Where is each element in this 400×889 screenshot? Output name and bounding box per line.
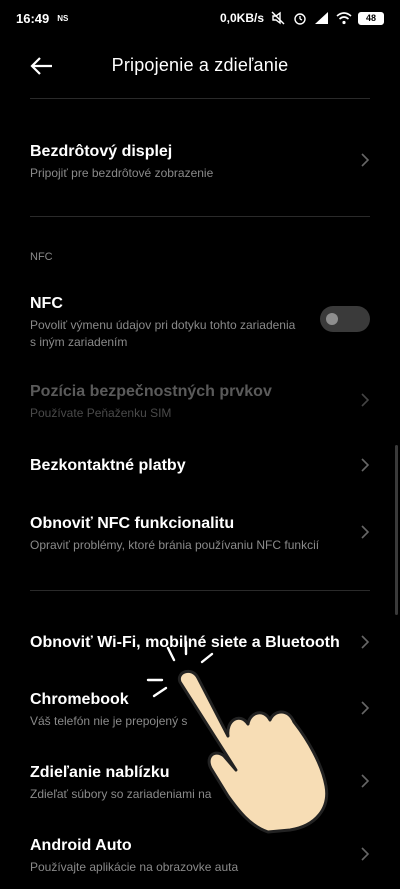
divider	[30, 98, 370, 99]
chevron-right-icon	[361, 393, 370, 407]
item-title: Pozícia bezpečnostných prvkov	[30, 383, 272, 400]
status-bar: 16:49 NS 0,0KB/s 48	[0, 0, 400, 36]
chevron-right-icon	[361, 458, 370, 472]
toggle-knob	[326, 313, 338, 325]
status-time: 16:49	[16, 10, 50, 26]
item-title: Bezdrôtový displej	[30, 143, 173, 160]
item-subtitle: Používate Peňaženku SIM	[30, 406, 172, 420]
net-speed: 0,0KB/s	[219, 11, 264, 25]
chevron-right-icon	[361, 635, 370, 649]
chevron-right-icon	[361, 525, 370, 539]
item-subtitle: Opraviť problémy, ktoré bránia používani…	[30, 538, 320, 552]
page-title: Pripojenie a zdieľanie	[111, 54, 289, 75]
item-title: Bezkontaktné platby	[30, 457, 186, 474]
wifi-icon	[336, 12, 352, 25]
item-contactless-payments[interactable]: Bezkontaktné platby	[30, 456, 370, 476]
item-subtitle-line2: s iným zariadením	[30, 335, 128, 349]
item-wireless-display[interactable]: Bezdrôtový displej Pripojiť pre bezdrôto…	[30, 142, 370, 182]
battery-icon: 48	[358, 11, 384, 25]
divider	[30, 216, 370, 217]
carrier-badge: NS	[57, 13, 69, 23]
item-title: Obnoviť NFC funkcionalitu	[30, 515, 235, 532]
chevron-right-icon	[361, 847, 370, 861]
item-nfc[interactable]: NFC Povoliť výmenu údajov pri dotyku toh…	[30, 294, 370, 351]
app-header: Pripojenie a zdieľanie	[0, 36, 400, 94]
mute-icon	[271, 11, 285, 25]
item-subtitle: Používajte aplikácie na obrazovke auta	[30, 860, 239, 874]
alarm-icon	[294, 13, 306, 25]
chevron-right-icon	[361, 774, 370, 788]
signal-icon	[315, 12, 328, 24]
tap-hand-icon	[146, 640, 329, 834]
item-subtitle-line1: Povoliť výmenu údajov pri dotyku tohto z…	[30, 318, 296, 332]
chevron-right-icon	[361, 701, 370, 715]
item-secure-element: Pozícia bezpečnostných prvkov Používate …	[30, 382, 370, 422]
item-reset-nfc[interactable]: Obnoviť NFC funkcionalitu Opraviť problé…	[30, 514, 370, 554]
arrow-left-icon[interactable]	[28, 54, 56, 78]
item-android-auto[interactable]: Android Auto Používajte aplikácie na obr…	[30, 836, 370, 876]
item-title: NFC	[30, 295, 63, 312]
divider	[30, 590, 370, 591]
item-subtitle: Povoliť výmenu údajov pri dotyku tohto z…	[30, 317, 370, 351]
item-subtitle: Pripojiť pre bezdrôtové zobrazenie	[30, 166, 214, 180]
scrollbar[interactable]	[395, 445, 398, 615]
nfc-toggle[interactable]	[320, 306, 370, 332]
section-label-nfc: NFC	[30, 251, 53, 263]
chevron-right-icon	[361, 153, 370, 167]
